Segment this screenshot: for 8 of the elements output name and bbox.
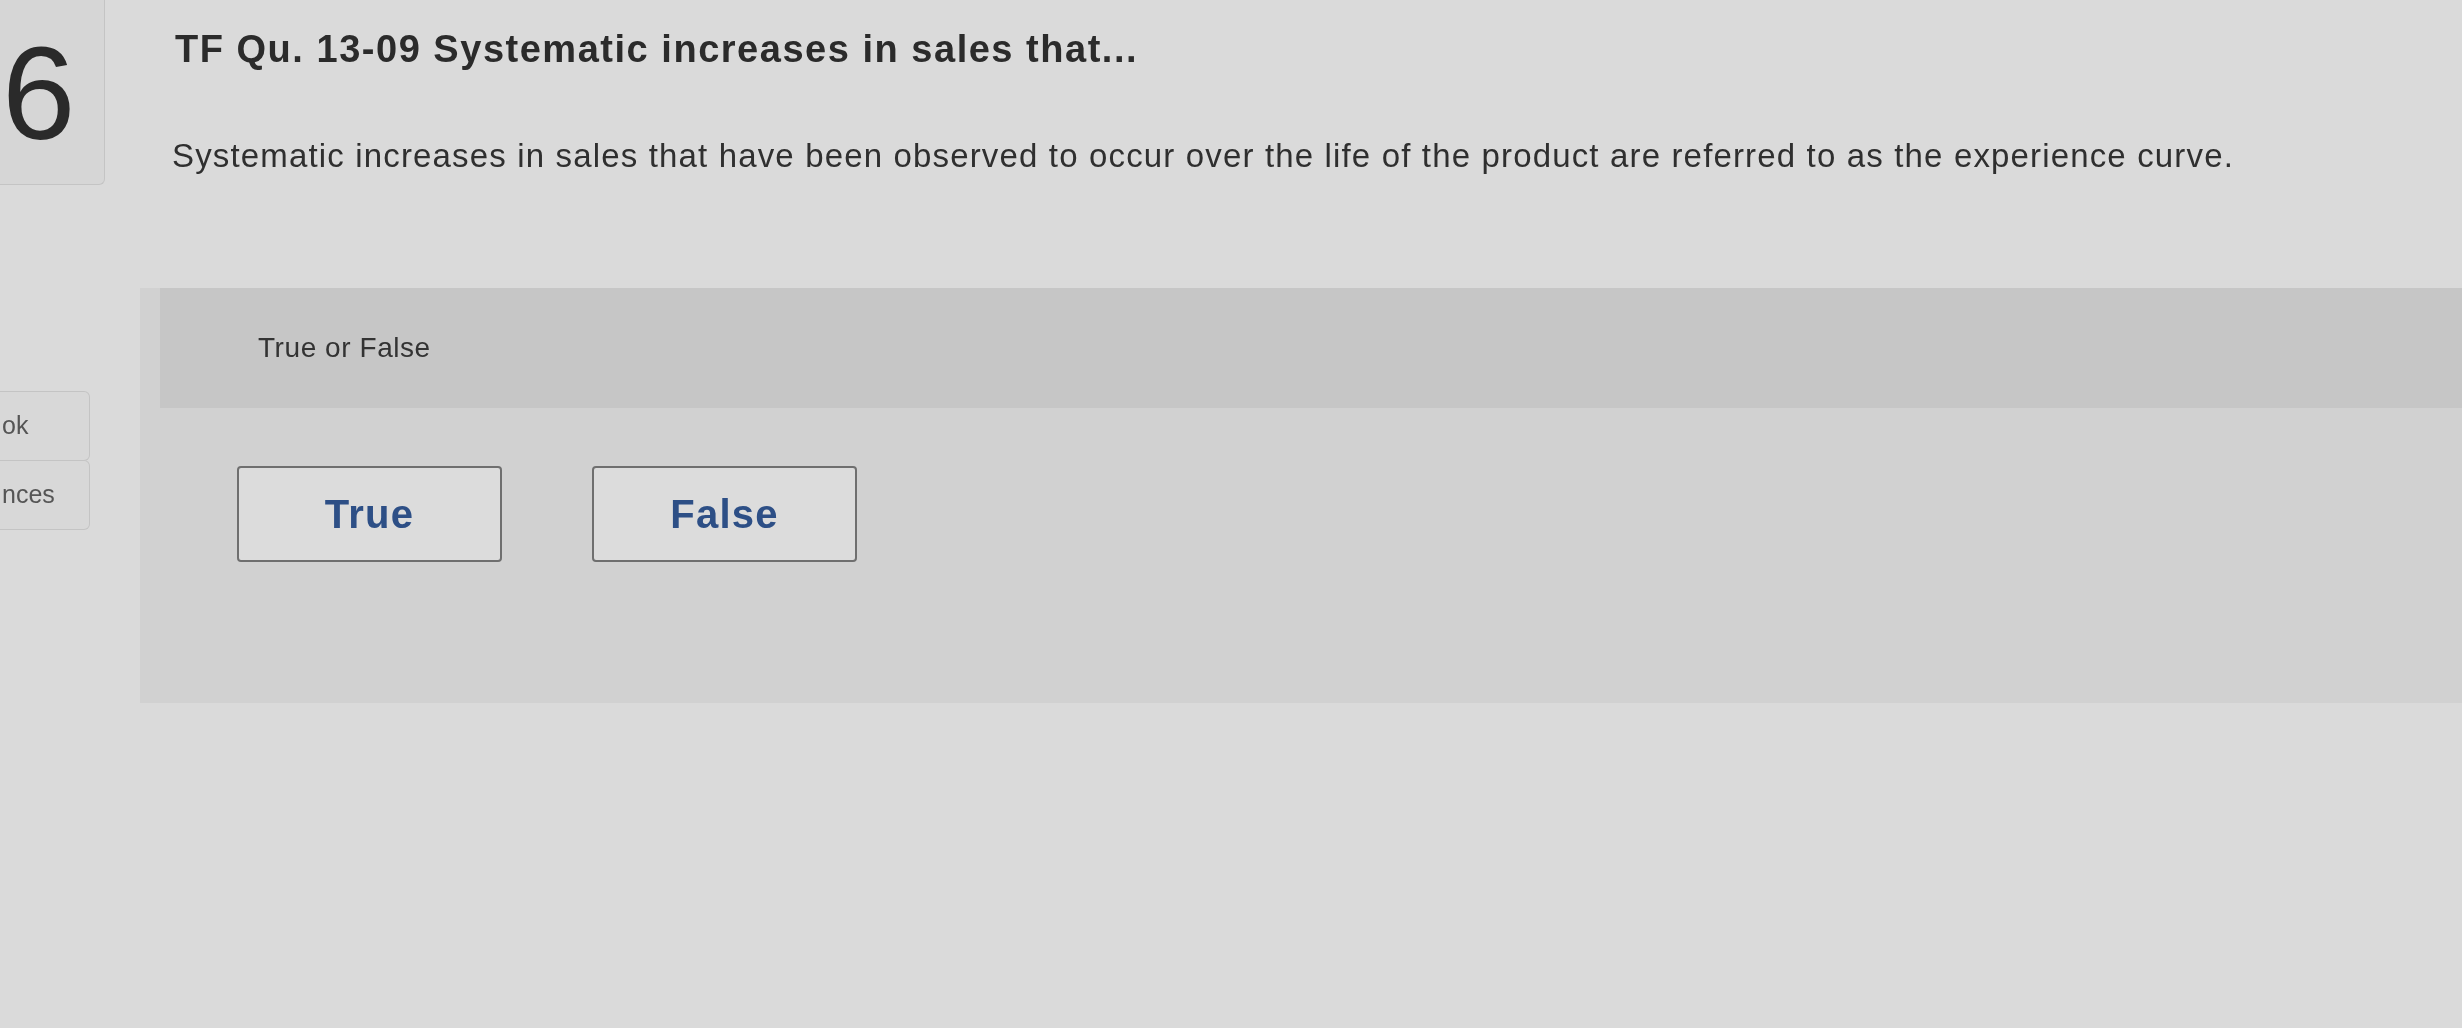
question-title: TF Qu. 13-09 Systematic increases in sales that... (175, 27, 1140, 72)
answer-option-button[interactable]: True (237, 466, 502, 562)
question-number: 6 (2, 28, 76, 160)
answer-option-button[interactable]: False (592, 466, 857, 562)
question-text: Systematic increases in sales that have been observed to occur over the life of the product are referred to as the experience curve. (172, 136, 2235, 176)
sidebar-item[interactable]: nces (0, 460, 90, 530)
sidebar-item[interactable]: ok (0, 391, 90, 461)
answer-prompt: True or False (258, 331, 431, 365)
